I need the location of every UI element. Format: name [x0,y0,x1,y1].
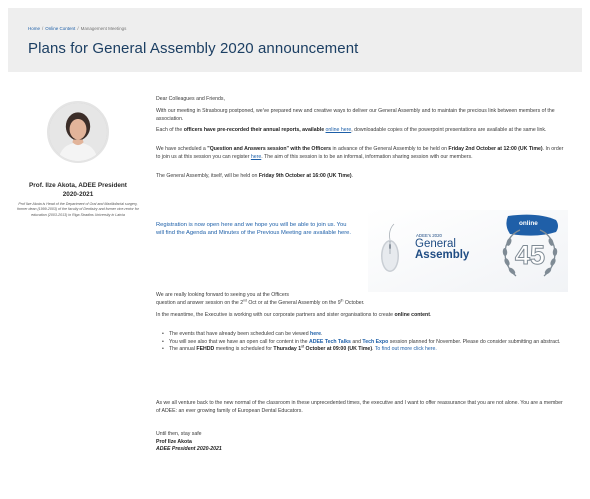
list-item: The events that have already been schedu… [156,331,566,339]
paragraph-intro: With our meeting in Strasbourg postponed… [156,108,555,122]
profile-bio: Prof Ilze Akota is Head of the Departmen… [17,202,139,217]
text: In the meantime, the Executive is workin… [156,312,395,318]
tech-expo-link[interactable]: Tech Expo [362,339,388,345]
paragraph-qa-session: We have scheduled a "Question and Answer… [156,146,566,161]
list-item: The annual FEHDD meeting is scheduled fo… [156,345,566,354]
text-bold: online content [394,312,430,318]
paragraph-looking-forward-2: question and answer session on the 2nd O… [156,298,566,308]
profile-name-line1: Prof. Ilze Akota, ADEE President [29,182,127,189]
avatar [47,101,109,163]
text: The annual [169,346,197,353]
page-title: Plans for General Assembly 2020 announce… [28,40,359,57]
tech-talks-link[interactable]: ADEE Tech Talks [309,339,351,345]
breadcrumb-separator: / [77,26,79,31]
breadcrumb-home[interactable]: Home [28,26,40,31]
paragraph-general-assembly-date: The General Assembly, itself, will be he… [156,173,566,181]
banner-anniversary-number: 45 [514,240,546,271]
text-bold: FEHDD [196,346,215,353]
text-bold: Friday 2nd October at 12:00 (UK Time) [448,146,543,152]
qa-register-link[interactable]: here [251,154,261,160]
online-content-list: The events that have already been schedu… [156,331,566,354]
breadcrumb-current: Management Meetings [80,26,127,31]
profile-name: Prof. Ilze Akota, ADEE President 2020-20… [14,181,142,199]
banner-online-badge-label: online [519,220,538,227]
text: in advance of the General Assembly to be… [331,146,449,152]
paragraph-online-content: In the meantime, the Executive is workin… [156,312,566,320]
text: , downloadable copies of the powerpoint … [351,127,547,133]
text-bold: officers have pre-recorded their annual … [183,127,326,133]
registration-link[interactable]: Registration is now open here and we hop… [156,221,352,238]
general-assembly-banner: ADEE's 2020 General Assembly online 45 [368,210,568,292]
profile-photo [49,103,107,161]
signature-name: Prof Ilze Akota [156,438,192,445]
text: meeting is scheduled for [214,346,274,353]
profile-name-line2: 2020-2021 [62,191,94,198]
fehdd-more-info-link[interactable]: To find out more click here. [375,346,437,352]
signature-role: ADEE President 2020-2021 [156,446,222,453]
text: question and answer session on the 2 [156,299,244,306]
closing-line: Until then, stay safe [156,431,202,437]
text: and [350,338,363,345]
paragraph-reassurance: As we all venture back to the new normal… [156,400,563,414]
banner-title-line2: Assembly [415,249,470,261]
text: . The aim of this session is to be an in… [261,153,473,160]
text: . [321,331,323,337]
text: Oct or at the General Assembly on the 9 [246,299,341,306]
text: . [351,173,354,179]
officer-reports-link[interactable]: online here [326,127,352,133]
text-bold: Thursday 1 [273,346,302,353]
text: October. [343,299,365,306]
breadcrumb-online-content[interactable]: Online Content [45,26,75,31]
text: The General Assembly, itself, will be he… [156,173,259,179]
paragraph-looking-forward-1: We are really looking forward to seeing … [156,292,290,298]
text: The events that have already been schedu… [169,331,311,337]
text: . [429,312,432,318]
text: We have scheduled a [156,146,208,152]
scheduled-events-link[interactable]: here [310,331,321,337]
breadcrumb-separator: / [42,26,44,31]
text-bold: Friday 9th October at 16:00 (UK Time) [258,173,352,179]
text: Each of the [156,127,184,133]
text: session planned for November. Please do … [388,338,561,345]
text: You will see also that we have an open c… [169,338,309,345]
paragraph-officer-reports: Each of the officers have pre-recorded t… [156,127,566,135]
text-bold: "Question and Answers session" with the … [207,146,332,152]
breadcrumb: Home / Online Content / Management Meetings [28,26,126,31]
signature-block: Until then, stay safe Prof Ilze Akota AD… [156,431,566,454]
text-bold: October at 09:00 (UK Time) [304,346,373,353]
greeting: Dear Colleagues and Friends, [156,96,225,102]
